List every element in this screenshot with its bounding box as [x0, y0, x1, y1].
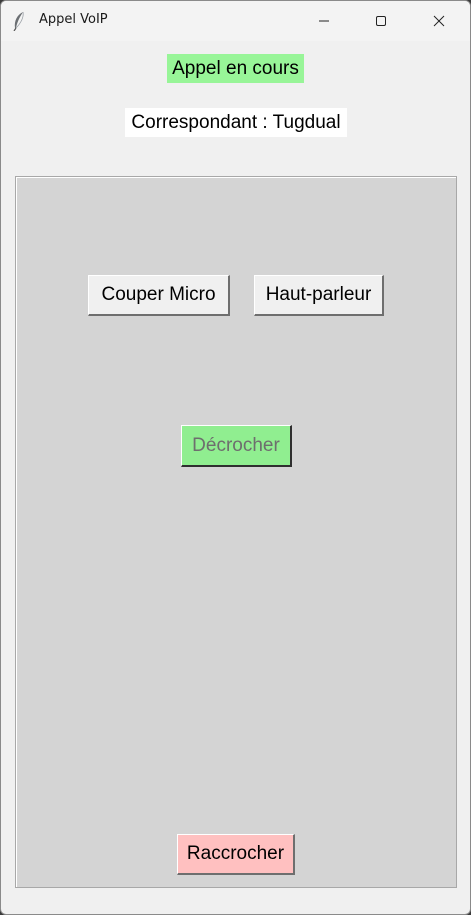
close-button[interactable] [416, 1, 462, 41]
window-title: Appel VoIP [39, 12, 108, 27]
feather-icon [11, 11, 27, 32]
call-controls-panel: Couper Micro Haut-parleur Décrocher Racc… [15, 176, 457, 888]
peer-label: Correspondant : Tugdual [125, 108, 347, 137]
maximize-icon [375, 12, 387, 31]
hangup-button[interactable]: Raccrocher [177, 834, 295, 875]
minimize-button[interactable] [301, 1, 347, 41]
answer-button[interactable]: Décrocher [181, 425, 292, 467]
call-status-label: Appel en cours [167, 54, 304, 83]
app-window: Appel VoIP Appel en cours Correspondant … [0, 0, 471, 915]
close-icon [433, 12, 445, 31]
minimize-icon [318, 12, 330, 31]
speaker-button[interactable]: Haut-parleur [254, 275, 384, 316]
mute-mic-button[interactable]: Couper Micro [88, 275, 230, 316]
title-bar[interactable]: Appel VoIP [1, 1, 470, 41]
maximize-button[interactable] [358, 1, 404, 41]
